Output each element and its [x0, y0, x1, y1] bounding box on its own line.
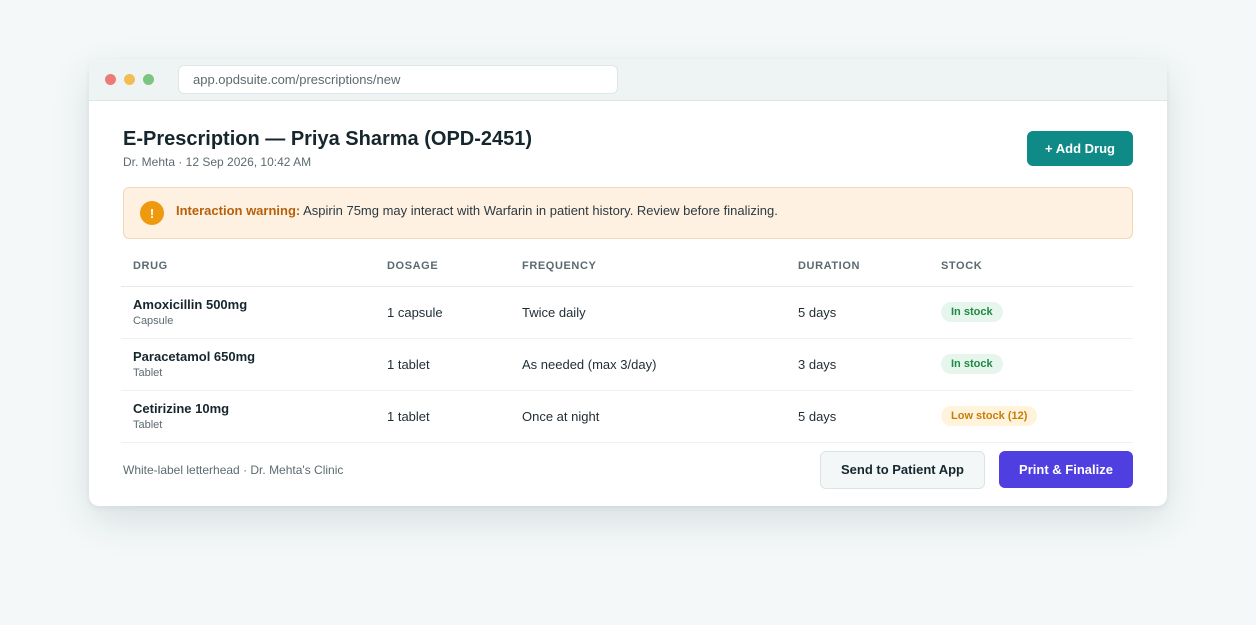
interaction-warning-banner: ! Interaction warning: Aspirin 75mg may … [123, 187, 1133, 239]
stock-cell: In stock [929, 286, 1133, 339]
address-bar[interactable]: app.opdsuite.com/prescriptions/new [178, 65, 618, 94]
prescription-table: DRUG DOSAGE FREQUENCY DURATION STOCK Amo… [121, 258, 1133, 443]
frequency-cell: Twice daily [510, 286, 786, 339]
table-header-row: DRUG DOSAGE FREQUENCY DURATION STOCK [121, 258, 1133, 287]
letterhead-note: White-label letterhead · Dr. Mehta's Cli… [123, 462, 344, 477]
page-footer: White-label letterhead · Dr. Mehta's Cli… [123, 443, 1133, 507]
warning-text: Interaction warning: Aspirin 75mg may in… [176, 202, 778, 220]
table-row[interactable]: Amoxicillin 500mg Capsule 1 capsule Twic… [121, 286, 1133, 339]
browser-window: app.opdsuite.com/prescriptions/new E-Pre… [89, 59, 1167, 506]
close-window-icon[interactable] [105, 74, 116, 85]
add-drug-button[interactable]: + Add Drug [1027, 131, 1133, 166]
dosage-cell: 1 capsule [375, 286, 510, 339]
stock-badge: In stock [941, 302, 1003, 322]
drug-name: Paracetamol 650mg [133, 349, 256, 364]
print-finalize-button[interactable]: Print & Finalize [999, 450, 1133, 488]
prescription-page: E-Prescription — Priya Sharma (OPD-2451)… [89, 101, 1167, 506]
warning-icon: ! [140, 201, 164, 225]
stock-cell: In stock [929, 338, 1133, 391]
column-header-stock: STOCK [929, 258, 1133, 287]
drug-cell: Amoxicillin 500mg Capsule [121, 286, 375, 339]
warning-message: Aspirin 75mg may interact with Warfarin … [300, 203, 778, 218]
stock-badge: Low stock (12) [941, 406, 1038, 426]
page-title: E-Prescription — Priya Sharma (OPD-2451) [123, 128, 533, 150]
column-header-drug: DRUG [121, 258, 375, 287]
duration-cell: 5 days [786, 286, 929, 339]
frequency-cell: As needed (max 3/day) [510, 338, 786, 391]
table-row[interactable]: Cetirizine 10mg Tablet 1 tablet Once at … [121, 390, 1133, 443]
maximize-window-icon[interactable] [143, 74, 154, 85]
table-row[interactable]: Paracetamol 650mg Tablet 1 tablet As nee… [121, 338, 1133, 391]
stock-badge: In stock [941, 354, 1003, 374]
minimize-window-icon[interactable] [124, 74, 135, 85]
drug-cell: Paracetamol 650mg Tablet [121, 338, 375, 391]
drug-form: Capsule [133, 315, 174, 327]
drug-name: Amoxicillin 500mg [133, 297, 248, 312]
frequency-cell: Once at night [510, 390, 786, 443]
drug-name: Cetirizine 10mg [133, 401, 230, 416]
duration-cell: 5 days [786, 390, 929, 443]
dosage-cell: 1 tablet [375, 390, 510, 443]
column-header-dosage: DOSAGE [375, 258, 510, 287]
warning-label: Interaction warning: [176, 203, 301, 218]
send-to-patient-app-button[interactable]: Send to Patient App [820, 450, 985, 489]
page-header: E-Prescription — Priya Sharma (OPD-2451)… [123, 101, 1133, 187]
drug-form: Tablet [133, 367, 163, 379]
dosage-cell: 1 tablet [375, 338, 510, 391]
browser-titlebar: app.opdsuite.com/prescriptions/new [89, 59, 1167, 101]
column-header-duration: DURATION [786, 258, 929, 287]
column-header-frequency: FREQUENCY [510, 258, 786, 287]
page-subtitle: Dr. Mehta · 12 Sep 2026, 10:42 AM [123, 155, 312, 169]
stock-cell: Low stock (12) [929, 390, 1133, 443]
drug-form: Tablet [133, 419, 163, 431]
duration-cell: 3 days [786, 338, 929, 391]
drug-cell: Cetirizine 10mg Tablet [121, 390, 375, 443]
